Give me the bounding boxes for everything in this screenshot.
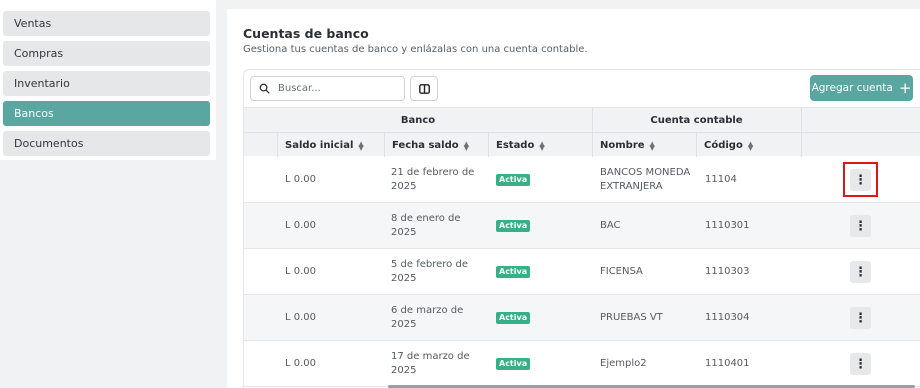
row-actions-button[interactable]: ⋮ bbox=[850, 215, 871, 237]
more-vertical-icon: ⋮ bbox=[854, 218, 867, 234]
row-actions-button[interactable]: ⋮ bbox=[850, 307, 871, 329]
saldo-cell: L 0.00 bbox=[285, 358, 317, 369]
more-vertical-icon: ⋮ bbox=[854, 264, 867, 280]
columns-toggle-button[interactable] bbox=[410, 76, 438, 101]
nombre-cell: Ejemplo2 bbox=[600, 358, 647, 369]
sidebar-item-documentos[interactable]: Documentos bbox=[3, 131, 210, 156]
row-actions-button[interactable]: ⋮ bbox=[850, 353, 871, 375]
group-header-cuenta-contable: Cuenta contable bbox=[650, 114, 743, 126]
column-label: Saldo inicial bbox=[285, 140, 354, 151]
sidebar-item-inventario[interactable]: Inventario bbox=[3, 71, 210, 96]
add-account-button[interactable]: Agregar cuenta + bbox=[810, 75, 913, 101]
more-vertical-icon: ⋮ bbox=[854, 310, 867, 326]
saldo-cell: L 0.00 bbox=[285, 312, 317, 323]
column-label: Nombre bbox=[600, 140, 645, 151]
status-badge: Activa bbox=[496, 358, 531, 370]
columns-icon bbox=[418, 83, 430, 94]
accounts-table: Agregar cuenta + Banco Cuenta contable S… bbox=[243, 69, 920, 388]
fecha-cell: 6 de marzo de 2025 bbox=[391, 305, 464, 330]
page-title: Cuentas de banco bbox=[243, 26, 369, 41]
estado-cell: Activa bbox=[496, 295, 586, 341]
nombre-cell: BANCOS MONEDA EXTRANJERA bbox=[600, 167, 691, 192]
plus-icon: + bbox=[898, 78, 912, 97]
table-row: L 0.00 5 de febrero de 2025 Activa FICEN… bbox=[244, 249, 920, 295]
column-header-fecha-saldo[interactable]: Fecha saldo ▲ ▼ bbox=[384, 133, 488, 158]
codigo-cell: 11104 bbox=[705, 174, 737, 185]
column-header-estado[interactable]: Estado ▲ ▼ bbox=[488, 133, 592, 158]
table-row: L 0.00 6 de marzo de 2025 Activa PRUEBAS… bbox=[244, 295, 920, 341]
table-row: L 0.00 8 de enero de 2025 Activa BAC 111… bbox=[244, 203, 920, 249]
page-subtitle: Gestiona tus cuentas de banco y enlázala… bbox=[243, 44, 588, 55]
estado-cell: Activa bbox=[496, 203, 586, 249]
column-label: Código bbox=[704, 140, 743, 151]
search-box[interactable] bbox=[250, 76, 405, 101]
sidebar-item-bancos[interactable]: Bancos bbox=[3, 101, 210, 126]
status-badge: Activa bbox=[496, 174, 531, 186]
table-header: Banco Cuenta contable Saldo inicial ▲ ▼ Fe… bbox=[244, 107, 920, 158]
estado-cell: Activa bbox=[496, 249, 586, 295]
sort-icon: ▲ ▼ bbox=[358, 139, 364, 152]
nombre-cell: FICENSA bbox=[600, 266, 643, 277]
more-vertical-icon: ⋮ bbox=[854, 356, 867, 372]
column-label: Fecha saldo bbox=[392, 140, 459, 151]
codigo-cell: 1110301 bbox=[705, 220, 750, 231]
nombre-cell: BAC bbox=[600, 220, 621, 231]
estado-cell: Activa bbox=[496, 157, 586, 203]
bank-accounts-card: Cuentas de banco Gestiona tus cuentas de… bbox=[227, 9, 920, 388]
estado-cell: Activa bbox=[496, 341, 586, 387]
column-header-nombre[interactable]: Nombre ▲ ▼ bbox=[592, 133, 696, 158]
table-row: L 0.00 17 de marzo de 2025 Activa Ejempl… bbox=[244, 341, 920, 387]
add-account-label: Agregar cuenta bbox=[811, 82, 893, 94]
status-badge: Activa bbox=[496, 266, 531, 278]
column-label: Estado bbox=[496, 140, 535, 151]
nombre-cell: PRUEBAS VT bbox=[600, 312, 663, 323]
table-toolbar: Agregar cuenta + bbox=[244, 70, 920, 106]
table-row: L 0.00 21 de febrero de 2025 Activa BANC… bbox=[244, 157, 920, 203]
status-badge: Activa bbox=[496, 312, 531, 324]
saldo-cell: L 0.00 bbox=[285, 220, 317, 231]
fecha-cell: 17 de marzo de 2025 bbox=[391, 351, 470, 376]
saldo-cell: L 0.00 bbox=[285, 266, 317, 277]
fecha-cell: 5 de febrero de 2025 bbox=[391, 259, 468, 284]
status-badge: Activa bbox=[496, 220, 531, 232]
column-header-codigo[interactable]: Código ▲ ▼ bbox=[696, 133, 801, 158]
row-actions-button[interactable]: ⋮ bbox=[850, 261, 871, 283]
saldo-cell: L 0.00 bbox=[285, 174, 317, 185]
sort-icon: ▲ ▼ bbox=[463, 139, 470, 152]
fecha-cell: 21 de febrero de 2025 bbox=[391, 167, 475, 192]
codigo-cell: 1110304 bbox=[705, 312, 750, 323]
sort-icon: ▲ ▼ bbox=[539, 139, 545, 152]
codigo-cell: 1110303 bbox=[705, 266, 750, 277]
column-header-saldo-inicial[interactable]: Saldo inicial ▲ ▼ bbox=[277, 133, 384, 158]
fecha-cell: 8 de enero de 2025 bbox=[391, 213, 461, 238]
search-input[interactable] bbox=[278, 83, 388, 94]
sort-icon: ▲ ▼ bbox=[649, 139, 655, 152]
sidebar-item-compras[interactable]: Compras bbox=[3, 41, 210, 66]
sort-icon: ▲ ▼ bbox=[747, 139, 754, 152]
search-icon bbox=[259, 83, 270, 94]
highlight-box bbox=[843, 162, 878, 197]
sidebar: Ventas Compras Inventario Bancos Documen… bbox=[0, 0, 216, 160]
sidebar-item-ventas[interactable]: Ventas bbox=[3, 11, 210, 36]
codigo-cell: 1110401 bbox=[705, 358, 750, 369]
group-header-banco: Banco bbox=[400, 114, 436, 126]
